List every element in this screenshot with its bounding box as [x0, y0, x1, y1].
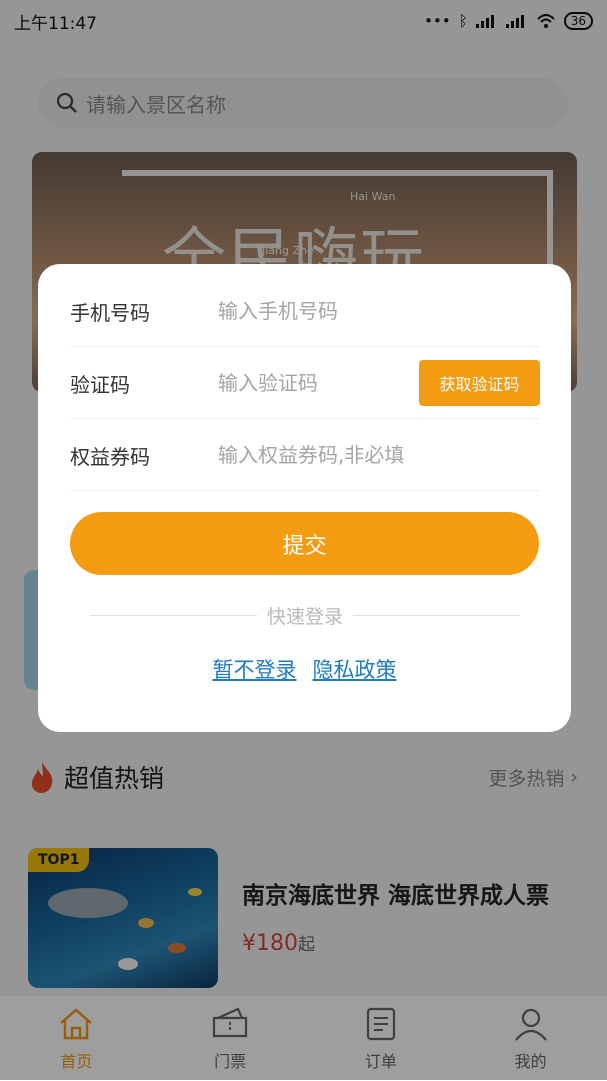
- phone-input[interactable]: [216, 298, 420, 324]
- coupon-input[interactable]: [216, 442, 520, 468]
- skip-login-link[interactable]: 暂不登录: [213, 654, 297, 684]
- code-input[interactable]: [216, 370, 420, 396]
- quick-login-text: 快速登录: [267, 606, 344, 628]
- login-modal: 手机号码 验证码 获取验证码 权益券码 提交 快速登录 暂不登录 隐私政策: [38, 264, 571, 732]
- coupon-label: 权益券码: [70, 444, 150, 469]
- get-code-button[interactable]: 获取验证码: [419, 360, 540, 406]
- divider-line: [353, 615, 521, 616]
- phone-label: 手机号码: [70, 300, 150, 325]
- modal-links: 暂不登录 隐私政策: [38, 654, 571, 684]
- divider-line: [90, 615, 257, 616]
- code-label: 验证码: [70, 372, 130, 397]
- quick-login-divider: 快速登录: [90, 602, 521, 629]
- submit-button[interactable]: 提交: [70, 512, 539, 575]
- coupon-row: 权益券码: [70, 420, 540, 491]
- privacy-policy-link[interactable]: 隐私政策: [313, 654, 397, 684]
- code-row: 验证码 获取验证码: [70, 348, 540, 419]
- phone-row: 手机号码: [70, 276, 540, 347]
